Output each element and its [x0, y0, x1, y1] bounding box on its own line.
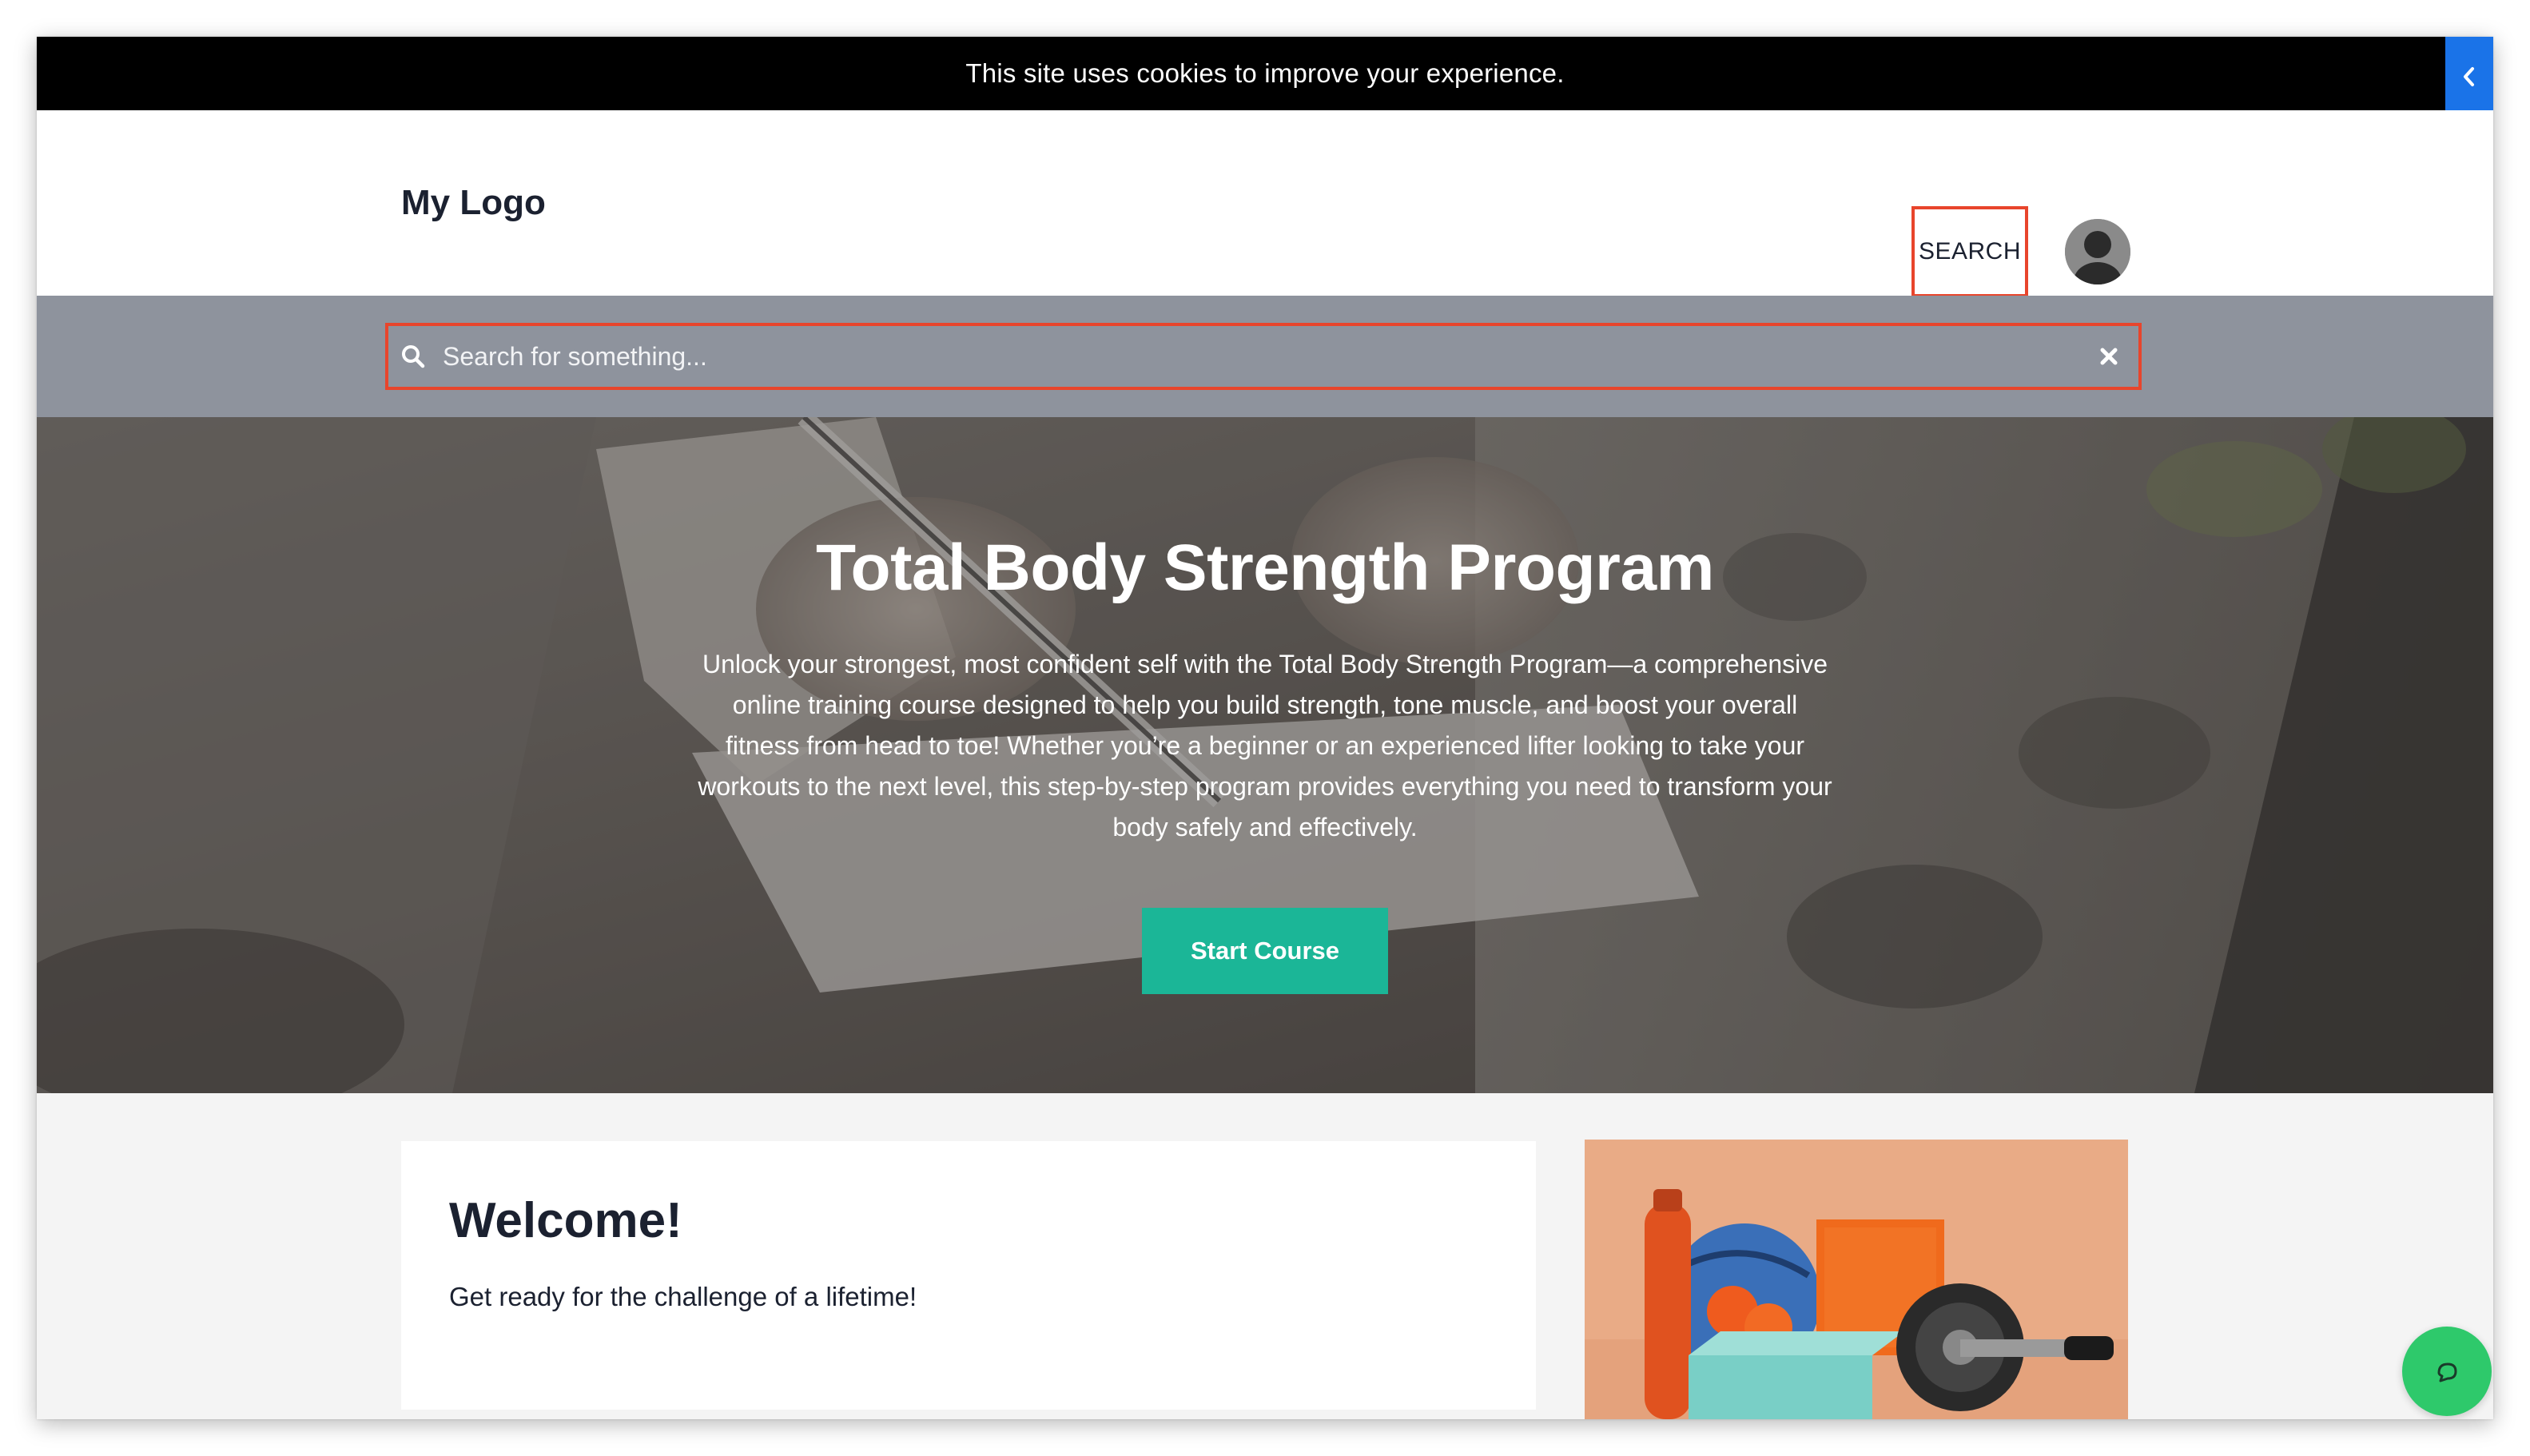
chevron-left-icon — [2464, 67, 2474, 86]
chat-button[interactable] — [2402, 1327, 2492, 1416]
chat-bubble-icon — [2437, 1363, 2457, 1382]
search-input[interactable] — [441, 328, 2098, 384]
browser-page: This site uses cookies to improve your e… — [37, 37, 2493, 1419]
cookie-banner: This site uses cookies to improve your e… — [37, 37, 2493, 110]
content-section: Welcome! Get ready for the challenge of … — [37, 1093, 2493, 1419]
close-icon[interactable] — [2098, 346, 2119, 367]
hero-banner: Total Body Strength Program Unlock your … — [37, 417, 2493, 1093]
hero-title: Total Body Strength Program — [816, 531, 1714, 604]
hero-description: Unlock your strongest, most confident se… — [698, 650, 1832, 841]
site-header: My Logo SEARCH — [37, 110, 2493, 297]
search-bar-region — [37, 296, 2493, 417]
side-panel-toggle[interactable] — [2445, 37, 2493, 117]
welcome-title: Welcome! — [449, 1193, 682, 1248]
start-course-button[interactable]: Start Course — [1142, 908, 1388, 994]
user-avatar-icon[interactable] — [2065, 219, 2130, 284]
welcome-text: Get ready for the challenge of a lifetim… — [449, 1282, 917, 1311]
site-logo[interactable]: My Logo — [401, 110, 546, 296]
cookie-message: This site uses cookies to improve your e… — [965, 58, 1565, 88]
search-box — [385, 323, 2142, 390]
search-icon — [402, 345, 425, 368]
welcome-card: Welcome! Get ready for the challenge of … — [401, 1141, 1536, 1410]
search-button[interactable]: SEARCH — [1911, 206, 2028, 297]
fitness-equipment-image — [1585, 1140, 2128, 1419]
